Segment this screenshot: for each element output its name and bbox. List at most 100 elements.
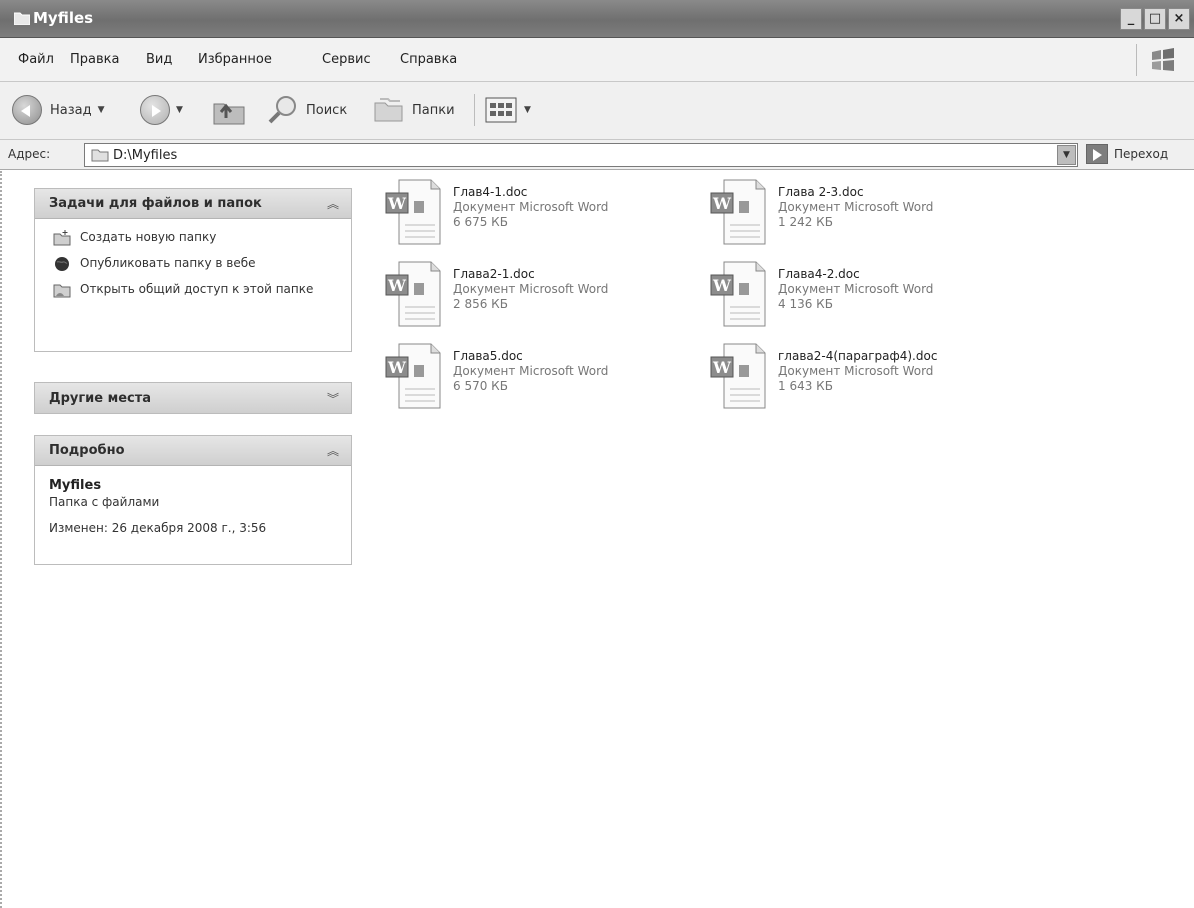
share-folder-icon — [53, 284, 71, 298]
file-name: Глава4-2.doc — [778, 267, 860, 281]
folders-label: Папки — [412, 102, 455, 118]
collapse-icon[interactable]: ︽ — [327, 195, 339, 212]
places-panel: Другие места ︾ — [34, 382, 352, 414]
folders-button[interactable]: Папки — [372, 94, 455, 126]
details-modified: Изменен: 26 декабря 2008 г., 3:56 — [49, 521, 267, 535]
address-dropdown-button[interactable]: ▼ — [1057, 145, 1076, 165]
word-document-icon: W — [385, 179, 441, 245]
menu-edit[interactable]: Правка — [70, 52, 119, 67]
folder-icon — [14, 12, 30, 25]
tasks-panel-header[interactable]: Задачи для файлов и папок ︽ — [35, 189, 351, 219]
menu-bar: Файл Правка Вид Избранное Сервис Справка — [0, 38, 1194, 82]
file-size: 2 856 КБ — [453, 297, 508, 311]
go-button[interactable]: Переход — [1086, 144, 1168, 164]
details-folder-type: Папка с файлами — [49, 495, 160, 509]
svg-text:W: W — [712, 194, 732, 213]
back-arrow-icon — [12, 95, 42, 125]
file-name: глава2-4(параграф4).doc — [778, 349, 938, 363]
file-item[interactable]: W Глав4-1.doc Документ Microsoft Word 6 … — [385, 179, 685, 251]
views-button[interactable]: ▼ — [484, 94, 531, 126]
window-controls: _ □ × — [1120, 8, 1190, 30]
tasks-panel: Задачи для файлов и папок ︽ Создать нову… — [34, 188, 352, 352]
search-icon — [268, 96, 296, 124]
details-panel-header[interactable]: Подробно ︽ — [35, 436, 351, 466]
details-panel-title: Подробно — [49, 443, 125, 458]
forward-arrow-icon — [140, 95, 170, 125]
file-name: Глав4-1.doc — [453, 185, 528, 199]
globe-icon — [55, 257, 69, 271]
file-item[interactable]: W Глава 2-3.doc Документ Microsoft Word … — [710, 179, 1010, 251]
svg-text:W: W — [387, 358, 407, 377]
expand-icon[interactable]: ︾ — [327, 390, 339, 407]
close-button[interactable]: × — [1168, 8, 1190, 30]
title-bar: Myfiles _ □ × — [0, 0, 1194, 38]
task-pane: Задачи для файлов и папок ︽ Создать нову… — [0, 171, 356, 908]
file-size: 6 570 КБ — [453, 379, 508, 393]
svg-text:W: W — [712, 276, 732, 295]
details-folder-name: Myfiles — [49, 478, 102, 493]
word-document-icon: W — [385, 261, 441, 327]
word-document-icon: W — [710, 179, 766, 245]
forward-button[interactable]: ▼ — [140, 94, 183, 126]
folder-icon — [91, 149, 109, 162]
back-button[interactable]: Назад ▼ — [12, 94, 105, 126]
svg-text:W: W — [712, 358, 732, 377]
new-folder-icon — [53, 230, 71, 246]
go-label: Переход — [1114, 147, 1169, 161]
minimize-button[interactable]: _ — [1120, 8, 1142, 30]
svg-text:W: W — [387, 194, 407, 213]
file-size: 1 643 КБ — [778, 379, 833, 393]
places-panel-title: Другие места — [49, 390, 152, 406]
menu-help[interactable]: Справка — [400, 52, 457, 67]
task-label: Открыть общий доступ к этой папке — [80, 282, 314, 296]
menu-favorites[interactable]: Избранное — [198, 52, 272, 67]
address-label: Адрес: — [8, 147, 51, 161]
file-name: Глава2-1.doc — [453, 267, 535, 281]
search-button[interactable]: Поиск — [266, 94, 347, 126]
file-item[interactable]: W Глава4-2.doc Документ Microsoft Word 4… — [710, 261, 1010, 333]
tasks-panel-title: Задачи для файлов и папок — [49, 196, 262, 211]
file-item[interactable]: W Глава2-1.doc Документ Microsoft Word 2… — [385, 261, 685, 333]
word-document-icon: W — [710, 343, 766, 409]
file-item[interactable]: W глава2-4(параграф4).doc Документ Micro… — [710, 343, 1010, 415]
file-name: Глава 2-3.doc — [778, 185, 864, 199]
maximize-button[interactable]: □ — [1144, 8, 1166, 30]
word-document-icon: W — [385, 343, 441, 409]
file-size: 1 242 КБ — [778, 215, 833, 229]
folders-icon — [374, 98, 403, 122]
toolbar-separator — [474, 94, 475, 126]
view-icon — [485, 97, 517, 123]
file-type: Документ Microsoft Word — [453, 282, 609, 296]
task-share-folder[interactable]: Открыть общий доступ к этой папке — [53, 281, 339, 298]
address-bar: Адрес: D:\Myfiles ▼ Переход — [0, 140, 1194, 170]
task-new-folder[interactable]: Создать новую папку — [53, 229, 339, 246]
task-publish-folder[interactable]: Опубликовать папку в вебе — [53, 255, 339, 272]
file-name: Глава5.doc — [453, 349, 523, 363]
task-label: Создать новую папку — [80, 230, 217, 244]
menu-view[interactable]: Вид — [146, 52, 172, 67]
file-type: Документ Microsoft Word — [778, 200, 934, 214]
windows-flag-icon — [1152, 48, 1174, 71]
menu-tools[interactable]: Сервис — [322, 52, 371, 67]
address-input[interactable]: D:\Myfiles — [84, 143, 1078, 167]
menu-file[interactable]: Файл — [18, 52, 54, 67]
places-panel-header[interactable]: Другие места ︾ — [35, 383, 351, 413]
file-size: 6 675 КБ — [453, 215, 508, 229]
go-arrow-icon — [1086, 144, 1108, 164]
window-title: Myfiles — [33, 9, 94, 27]
file-item[interactable]: W Глава5.doc Документ Microsoft Word 6 5… — [385, 343, 685, 415]
chevron-down-icon: ▼ — [524, 105, 531, 115]
toolbar: Назад ▼ ▼ Поиск Папки ▼ — [0, 82, 1194, 140]
chevron-down-icon: ▼ — [176, 105, 183, 115]
task-label: Опубликовать папку в вебе — [80, 256, 256, 270]
file-type: Документ Microsoft Word — [453, 200, 609, 214]
collapse-icon[interactable]: ︽ — [327, 442, 339, 459]
file-type: Документ Microsoft Word — [453, 364, 609, 378]
word-document-icon: W — [710, 261, 766, 327]
up-button[interactable] — [212, 94, 248, 126]
file-type: Документ Microsoft Word — [778, 364, 934, 378]
file-type: Документ Microsoft Word — [778, 282, 934, 296]
content-area: Задачи для файлов и папок ︽ Создать нову… — [0, 171, 1194, 908]
address-value: D:\Myfiles — [113, 148, 178, 163]
search-label: Поиск — [306, 102, 348, 118]
